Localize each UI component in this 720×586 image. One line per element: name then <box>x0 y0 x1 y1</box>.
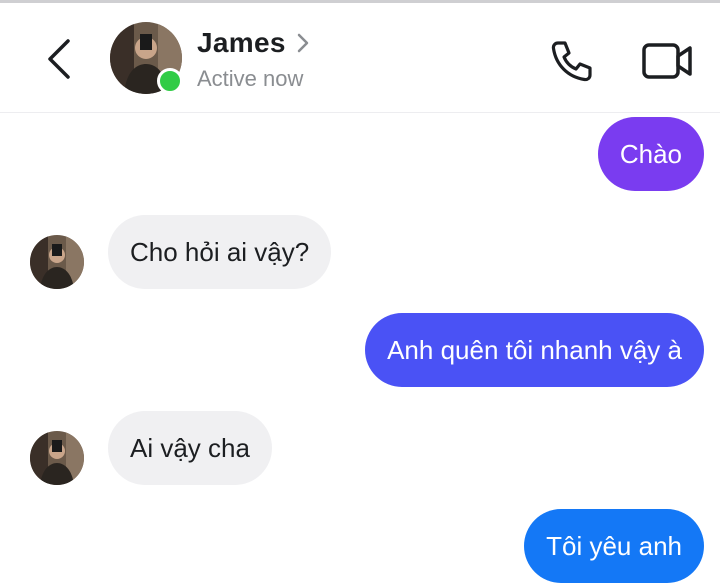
contact-name: James <box>197 27 286 58</box>
back-button[interactable] <box>38 35 82 83</box>
active-status: Active now <box>197 66 304 91</box>
sender-avatar[interactable] <box>30 235 84 289</box>
chat-header: James Active now <box>0 3 720 113</box>
video-camera-icon <box>642 43 692 79</box>
online-status-dot <box>157 68 183 94</box>
sent-message-bubble[interactable]: Chào <box>597 117 704 191</box>
phone-icon <box>551 41 592 82</box>
received-message-bubble[interactable]: Cho hỏi ai vậy? <box>108 215 332 289</box>
received-message-bubble[interactable]: Ai vậy cha <box>108 411 272 485</box>
video-call-button[interactable] <box>640 39 694 83</box>
contact-profile-link[interactable]: James <box>197 27 310 59</box>
chat-screen: James Active now Chào Cho hỏi ai vậy? An… <box>0 0 720 586</box>
sent-message-bubble[interactable]: Anh quên tôi nhanh vậy à <box>365 313 704 387</box>
voice-call-button[interactable] <box>548 37 596 85</box>
sender-avatar[interactable] <box>30 431 84 485</box>
back-chevron-icon <box>48 39 70 79</box>
contact-avatar-container[interactable] <box>110 22 184 96</box>
sent-message-bubble[interactable]: Tôi yêu anh <box>524 509 704 583</box>
chevron-right-icon <box>297 33 308 53</box>
